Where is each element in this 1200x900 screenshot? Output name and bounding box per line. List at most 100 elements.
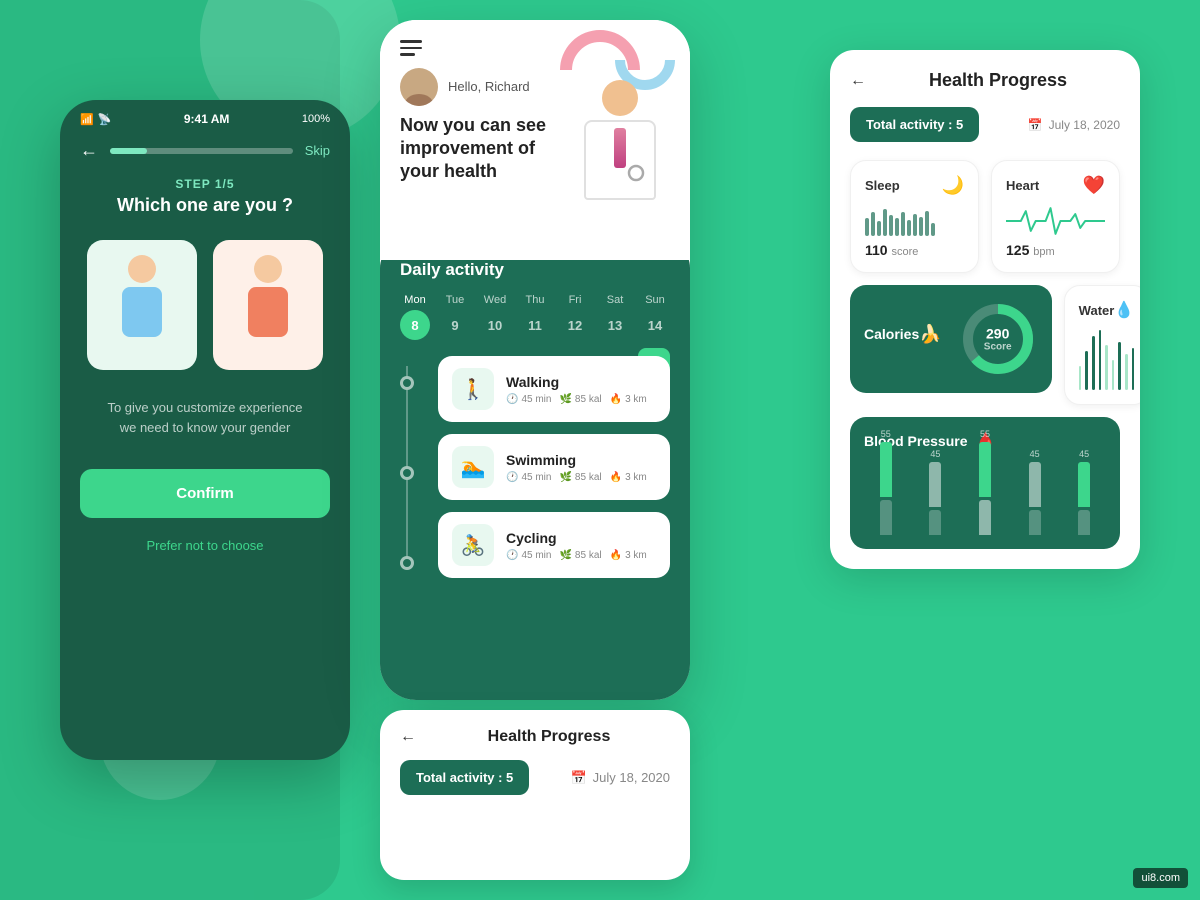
heart-icon: ❤️	[1083, 175, 1105, 196]
confirm-button[interactable]: Confirm	[80, 469, 330, 518]
hp-back-button[interactable]: ←	[850, 72, 866, 90]
doctor-illustration	[550, 30, 680, 230]
battery-level: 100%	[302, 113, 330, 125]
male-body	[122, 287, 162, 337]
sleep-bar-1	[865, 218, 869, 236]
bp-group-5: 45	[1062, 449, 1106, 535]
water-card: Water 💧	[1064, 285, 1140, 405]
day-sat[interactable]: Sat 13	[600, 294, 630, 340]
heart-header: Heart ❤️	[1006, 175, 1105, 196]
activity-list: + 🚶 Walking 🕐 45 min 🌿 85 kal 🔥 3 km	[400, 356, 670, 578]
hp-header: ← Health Progress	[850, 70, 1120, 91]
hamburger-line-2	[400, 47, 422, 50]
sleep-value: 110 score	[865, 242, 964, 258]
activity-cycling[interactable]: 🚴 Cycling 🕐 45 min 🌿 85 kal 🔥 3 km	[438, 512, 670, 578]
heart-label: Heart	[1006, 178, 1039, 193]
water-bar-1	[1079, 366, 1082, 390]
cycling-time: 🕐 45 min	[506, 550, 551, 561]
health-progress-panel: ← Health Progress Total activity : 5 📅 J…	[830, 50, 1140, 569]
day-fri[interactable]: Fri 12	[560, 294, 590, 340]
hp-back-small[interactable]: ←	[400, 728, 416, 746]
doctor-head	[602, 80, 638, 116]
calories-value: 290 Score	[984, 326, 1012, 353]
swimming-time: 🕐 45 min	[506, 472, 551, 483]
bp-bar-5a	[1078, 462, 1090, 507]
walking-info: Walking 🕐 45 min 🌿 85 kal 🔥 3 km	[506, 374, 656, 405]
bp-bar-2b	[929, 510, 941, 535]
bp-bar-4a	[1029, 462, 1041, 507]
walking-km: 🔥 3 km	[610, 394, 647, 405]
hp-title-small: Health Progress	[428, 728, 670, 746]
signal-icons: 📶 📡	[80, 113, 111, 126]
step-label: STEP 1/5	[60, 177, 350, 191]
sleep-bar-2	[871, 212, 875, 236]
male-head	[128, 255, 156, 283]
female-figure	[233, 255, 303, 355]
doctor-tie	[614, 128, 626, 168]
water-bar-4	[1099, 330, 1102, 390]
cycling-icon: 🚴	[461, 533, 486, 558]
water-icon: 💧	[1114, 300, 1134, 320]
activity-walking[interactable]: 🚶 Walking 🕐 45 min 🌿 85 kal 🔥 3 km	[438, 356, 670, 422]
day-tue[interactable]: Tue 9	[440, 294, 470, 340]
clock: 9:41 AM	[184, 112, 230, 126]
water-bars	[1079, 330, 1135, 390]
avatar-svg	[400, 68, 438, 106]
swimming-icon: 🏊	[461, 455, 486, 480]
water-header: Water 💧	[1079, 300, 1135, 320]
total-activity-badge: Total activity : 5	[850, 107, 979, 142]
gender-cards	[60, 240, 350, 370]
prefer-not-button[interactable]: Prefer not to choose	[60, 538, 350, 553]
cycling-km: 🔥 3 km	[610, 550, 647, 561]
bp-bar-1b	[880, 500, 892, 535]
bp-bar-3b	[979, 500, 991, 535]
swimming-icon-box: 🏊	[452, 446, 494, 488]
hp-title: Health Progress	[876, 70, 1120, 91]
skip-button[interactable]: Skip	[305, 143, 330, 158]
avatar	[400, 68, 438, 106]
water-bar-3	[1092, 336, 1095, 390]
bp-bar-2a	[929, 462, 941, 507]
bp-group-3: 55	[963, 429, 1007, 535]
phone-gender-selection: 📶 📡 9:41 AM 100% ← Skip STEP 1/5 Which o…	[60, 100, 350, 760]
sleep-bar-10	[919, 217, 923, 237]
phone1-header: ← Skip	[60, 132, 350, 169]
signal-icon: 📶	[80, 113, 94, 126]
female-card[interactable]	[213, 240, 323, 370]
activity-swimming[interactable]: 🏊 Swimming 🕐 45 min 🌿 85 kal 🔥 3 km	[438, 434, 670, 500]
blood-pressure-card: Blood Pressure 🩸 55 45 55 45	[850, 417, 1120, 549]
doctor-body	[580, 80, 660, 220]
calories-donut: 290 Score	[958, 299, 1038, 379]
cycling-icon-box: 🚴	[452, 524, 494, 566]
day-sun[interactable]: Sun 14	[640, 294, 670, 340]
timeline-dot-2	[400, 466, 414, 480]
sleep-bars	[865, 206, 964, 236]
male-card[interactable]	[87, 240, 197, 370]
walking-icon-box: 🚶	[452, 368, 494, 410]
water-bar-5	[1105, 345, 1108, 390]
day-wed[interactable]: Wed 10	[480, 294, 510, 340]
daily-title: Daily activity	[400, 260, 670, 280]
day-thu[interactable]: Thu 11	[520, 294, 550, 340]
back-icon[interactable]: ←	[80, 140, 98, 161]
date-badge-small: 📅 July 18, 2020	[570, 770, 670, 786]
total-badge-small: Total activity : 5	[400, 760, 529, 795]
swimming-kal: 🌿 85 kal	[559, 472, 601, 483]
heart-card: Heart ❤️ 125 bpm	[991, 160, 1120, 273]
progress-fill	[110, 148, 147, 154]
calories-header: Calories 🍌	[864, 324, 942, 345]
greeting-block: Hello, Richard	[448, 79, 530, 94]
heart-wave	[1006, 206, 1105, 236]
progress-bar	[110, 148, 293, 154]
hp-header-small: ← Health Progress	[400, 728, 670, 746]
female-head	[254, 255, 282, 283]
doctor-coat	[584, 120, 656, 200]
day-mon[interactable]: Mon 8	[400, 294, 430, 340]
water-bar-9	[1132, 348, 1135, 390]
sleep-icon: 🌙	[942, 175, 964, 196]
water-label: Water	[1079, 303, 1115, 318]
sleep-bar-8	[907, 220, 911, 237]
date-info: 📅 July 18, 2020	[1028, 118, 1120, 132]
sleep-card: Sleep 🌙 110 score	[850, 160, 979, 273]
status-bar: 📶 📡 9:41 AM 100%	[60, 100, 350, 132]
